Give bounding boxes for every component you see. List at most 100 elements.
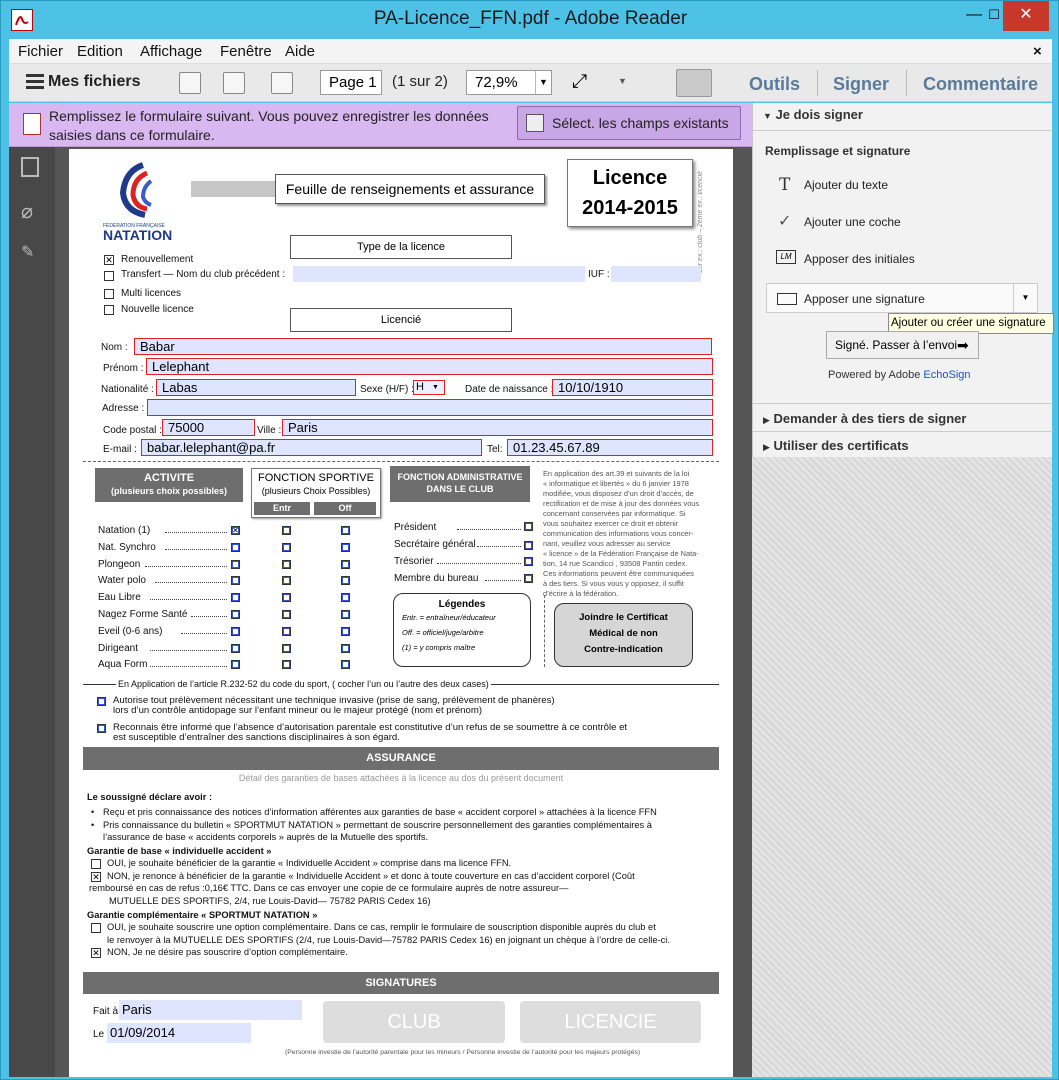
- menu-affichage[interactable]: Affichage: [140, 43, 202, 60]
- pages-icon[interactable]: [21, 157, 39, 177]
- page-number-input[interactable]: Page 1: [320, 70, 382, 95]
- checkbox-membre-bureau[interactable]: [524, 574, 533, 583]
- chevron-down-icon[interactable]: ▼: [535, 71, 551, 94]
- attachment-icon[interactable]: ⌀: [21, 199, 39, 223]
- prenom-field[interactable]: Lelephant: [146, 358, 713, 375]
- legend-box: Légendes Entr. = entraîneur/éducateur Of…: [393, 593, 531, 667]
- checkbox-activity[interactable]: [231, 542, 240, 552]
- checkbox-entr[interactable]: [282, 610, 291, 619]
- checkbox-entr[interactable]: [282, 593, 291, 603]
- checkbox-off[interactable]: [341, 559, 350, 569]
- section-demander[interactable]: ▶ Demander à des tiers de signer: [763, 411, 966, 426]
- checkbox-comp-non[interactable]: ✕: [91, 948, 101, 958]
- hand-tool-icon[interactable]: [676, 69, 712, 97]
- nom-field[interactable]: Babar: [134, 338, 712, 355]
- checkbox-entr[interactable]: [282, 660, 291, 670]
- checkbox-activity[interactable]: [231, 559, 240, 569]
- checkbox-off[interactable]: [341, 526, 350, 535]
- base-non-text-2: remboursé en cas de refus :0,16€ TTC. Da…: [89, 883, 569, 893]
- label-nouvelle-licence: Nouvelle licence: [121, 304, 194, 315]
- fait-field[interactable]: Paris: [119, 1000, 302, 1020]
- checkbox-off[interactable]: [341, 576, 350, 586]
- checkbox-nouvelle-licence[interactable]: [104, 305, 114, 315]
- checkbox-secretaire[interactable]: [524, 541, 533, 550]
- licencie-signature-button[interactable]: LICENCIE: [520, 1001, 701, 1043]
- chevron-down-icon: ▼: [763, 111, 772, 121]
- signature-panel-icon[interactable]: ✎: [21, 242, 41, 262]
- label-fait: Fait à: [93, 1006, 119, 1017]
- checkbox-comp-oui[interactable]: [91, 923, 101, 933]
- checkbox-entr[interactable]: [282, 559, 291, 569]
- checkbox-transfert[interactable]: [104, 271, 114, 281]
- menu-aide[interactable]: Aide: [285, 43, 315, 60]
- checkbox-autorise[interactable]: [97, 697, 106, 706]
- checkbox-base-non[interactable]: ✕: [91, 872, 101, 882]
- checkbox-activity[interactable]: [231, 660, 240, 670]
- email-field[interactable]: babar.lelephant@pa.fr: [141, 439, 482, 456]
- tab-signer[interactable]: Signer: [833, 74, 889, 95]
- form-title: Feuille de renseignements et assurance: [275, 174, 545, 204]
- add-text-button[interactable]: Ajouter du texte: [804, 178, 888, 192]
- fullscreen-icon[interactable]: ⤢: [572, 72, 594, 94]
- menu-fenetre[interactable]: Fenêtre: [220, 43, 272, 60]
- zoom-select[interactable]: 72,9% ▼: [466, 70, 552, 95]
- adresse-field[interactable]: [147, 399, 713, 416]
- tab-commentaire[interactable]: Commentaire: [923, 74, 1038, 95]
- hamburger-icon[interactable]: [26, 74, 44, 89]
- checkbox-off[interactable]: [341, 626, 350, 636]
- checkbox-entr[interactable]: [282, 542, 291, 552]
- checkbox-reconnais[interactable]: [97, 724, 106, 733]
- select-fields-button[interactable]: Sélect. les champs existants: [517, 106, 741, 140]
- more-chevron-icon[interactable]: ▼: [618, 76, 627, 86]
- iuf-field[interactable]: [611, 266, 701, 282]
- section-certificats[interactable]: ▶ Utiliser des certificats: [763, 438, 909, 453]
- nationalite-field[interactable]: Labas: [156, 379, 356, 396]
- checkbox-entr[interactable]: [282, 526, 291, 535]
- close-doc-icon[interactable]: ×: [1033, 43, 1042, 60]
- checkbox-activity[interactable]: [231, 626, 240, 636]
- edit-icon[interactable]: [271, 72, 293, 94]
- send-button[interactable]: Signé. Passer à l’envoi ➡: [826, 331, 979, 359]
- echosign-link[interactable]: EchoSign: [923, 369, 970, 381]
- sign-dropdown[interactable]: Apposer une signature ▼: [766, 283, 1038, 313]
- checkbox-off[interactable]: [341, 593, 350, 603]
- convert-icon[interactable]: [179, 72, 201, 94]
- checkbox-off[interactable]: [341, 643, 350, 653]
- checkbox-president[interactable]: [524, 522, 533, 531]
- pdf-export-icon[interactable]: [223, 72, 245, 94]
- sexe-select[interactable]: H ▼: [413, 380, 445, 395]
- checkbox-tresorier[interactable]: [524, 557, 533, 566]
- chevron-down-icon[interactable]: ▼: [1013, 284, 1037, 312]
- menu-fichier[interactable]: Fichier: [18, 43, 63, 60]
- checkbox-multi-licences[interactable]: [104, 289, 114, 299]
- checkbox-activity[interactable]: [231, 593, 240, 603]
- checkbox-entr[interactable]: [282, 576, 291, 586]
- checkbox-activity[interactable]: [231, 610, 240, 619]
- checkbox-activity[interactable]: [231, 576, 240, 586]
- tab-outils[interactable]: Outils: [749, 74, 800, 95]
- checkbox-base-oui[interactable]: [91, 859, 101, 869]
- activity-label: Natation (1): [98, 525, 151, 536]
- add-check-button[interactable]: Ajouter une coche: [804, 215, 901, 229]
- ville-field[interactable]: Paris: [282, 419, 713, 436]
- naissance-field[interactable]: 10/10/1910: [552, 379, 713, 396]
- checkbox-entr[interactable]: [282, 626, 291, 636]
- admin-tresorier: Trésorier: [394, 556, 434, 567]
- club-signature-button[interactable]: CLUB: [323, 1001, 505, 1043]
- checkbox-activity[interactable]: [231, 643, 240, 653]
- section-je-dois-signer[interactable]: ▼ Je dois signer: [763, 107, 863, 122]
- checkbox-renouvellement[interactable]: ✕: [104, 255, 114, 265]
- checkbox-activity[interactable]: ✕: [231, 526, 240, 535]
- code-postal-field[interactable]: 75000: [162, 419, 255, 436]
- checkbox-off[interactable]: [341, 610, 350, 619]
- checkbox-off[interactable]: [341, 660, 350, 670]
- add-initials-button[interactable]: Apposer des initiales: [804, 252, 915, 266]
- close-button[interactable]: ✕: [1003, 1, 1049, 31]
- previous-club-field[interactable]: [293, 266, 585, 282]
- checkbox-entr[interactable]: [282, 643, 291, 653]
- checkbox-off[interactable]: [341, 542, 350, 552]
- menu-edition[interactable]: Edition: [77, 43, 123, 60]
- my-files-button[interactable]: Mes fichiers: [48, 73, 140, 91]
- le-field[interactable]: 01/09/2014: [107, 1023, 251, 1043]
- tel-field[interactable]: 01.23.45.67.89: [507, 439, 713, 456]
